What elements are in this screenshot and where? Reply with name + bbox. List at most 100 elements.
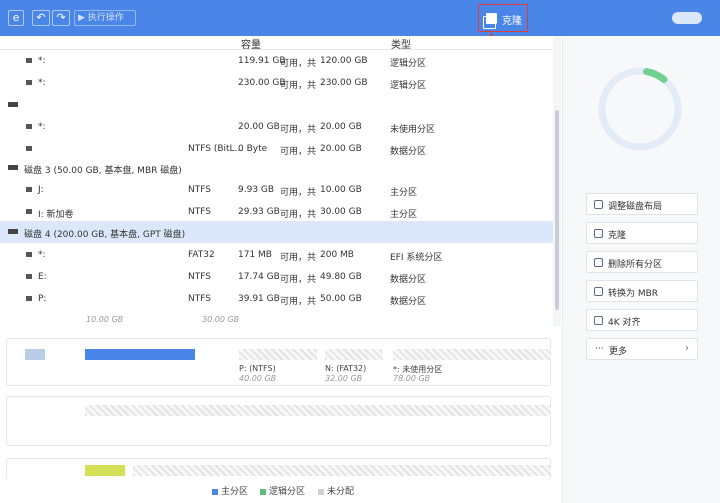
partition-icon bbox=[26, 146, 32, 151]
partition-icon bbox=[26, 296, 32, 301]
partition-total: 50.00 GB bbox=[320, 294, 362, 304]
partition-icon bbox=[26, 187, 32, 192]
partition-bar[interactable] bbox=[393, 349, 551, 360]
action-label: 更多 bbox=[609, 347, 628, 357]
partition-total: 30.00 GB bbox=[320, 207, 362, 217]
clone-toolbar-button[interactable]: 克隆 bbox=[478, 4, 528, 32]
disk-header-row[interactable] bbox=[0, 94, 553, 116]
action-label: 4K 对齐 bbox=[608, 318, 641, 328]
partition-bar[interactable] bbox=[239, 349, 317, 360]
avatar[interactable] bbox=[672, 12, 702, 24]
partition-bar[interactable] bbox=[85, 405, 551, 416]
table-row[interactable]: E: NTFS 17.74 GB 可用，共 49.80 GB 数据分区 bbox=[0, 266, 553, 288]
column-capacity[interactable]: 容量 bbox=[241, 36, 261, 51]
partition-free: 39.91 GB bbox=[238, 294, 280, 304]
partition-bar[interactable] bbox=[133, 465, 551, 476]
partition-bar[interactable] bbox=[85, 465, 125, 476]
app-logo-icon[interactable]: e bbox=[8, 10, 24, 26]
action-label: 克隆 bbox=[608, 231, 627, 241]
disk-map-card[interactable] bbox=[6, 458, 551, 480]
partition-total: 20.00 GB bbox=[320, 144, 362, 154]
partition-total: 20.00 GB bbox=[320, 122, 362, 132]
partition-total: 49.80 GB bbox=[320, 272, 362, 282]
legend-primary: 主分区 bbox=[212, 484, 248, 497]
partition-label: N: (FAT32) bbox=[325, 364, 367, 373]
partition-fs: NTFS bbox=[188, 294, 211, 304]
action-clone[interactable]: 克隆 bbox=[586, 222, 698, 244]
table-row[interactable]: *: 20.00 GB 可用，共 20.00 GB 未使用分区 bbox=[0, 116, 553, 138]
partition-free-label: 可用，共 bbox=[280, 275, 317, 285]
disk-icon bbox=[8, 229, 18, 234]
partition-free-label: 可用，共 bbox=[280, 297, 317, 307]
partition-free: 171 MB bbox=[238, 250, 272, 260]
partition-name: P: bbox=[38, 294, 47, 304]
partition-type: 数据分区 bbox=[390, 147, 427, 157]
partition-icon bbox=[26, 80, 32, 85]
partition-type: EFI 系统分区 bbox=[390, 253, 443, 263]
partition-fs: NTFS bbox=[188, 185, 211, 195]
partition-name: J: bbox=[38, 185, 44, 195]
partition-icon bbox=[26, 58, 32, 63]
action-delete-all[interactable]: 删除所有分区 bbox=[586, 251, 698, 273]
disk-map-card[interactable]: P: (NTFS) 40.00 GB N: (FAT32) 32.00 GB *… bbox=[6, 338, 551, 386]
partition-size: 40.00 GB bbox=[239, 374, 277, 383]
action-adjust-layout[interactable]: 调整磁盘布局 bbox=[586, 193, 698, 215]
redo-button[interactable]: ↷ bbox=[52, 10, 70, 26]
partition-type: 数据分区 bbox=[390, 275, 427, 285]
partition-name: *: bbox=[38, 78, 46, 88]
disk-header-row[interactable]: 磁盘 3 (50.00 GB, 基本盘, MBR 磁盘) bbox=[0, 157, 553, 179]
action-4k-align[interactable]: 4K 对齐 bbox=[586, 309, 698, 331]
partition-free: 29.93 GB bbox=[238, 207, 280, 217]
disk-label: 磁盘 3 (50.00 GB, 基本盘, MBR 磁盘) bbox=[24, 166, 182, 176]
partition-name: *: bbox=[38, 56, 46, 66]
more-icon: ··· bbox=[595, 344, 604, 354]
disk-header-row-selected[interactable]: 磁盘 4 (200.00 GB, 基本盘, GPT 磁盘) bbox=[0, 221, 553, 243]
action-convert-mbr[interactable]: 转换为 MBR bbox=[586, 280, 698, 302]
partition-total: 120.00 GB bbox=[320, 56, 368, 66]
partition-name: *: bbox=[38, 250, 46, 260]
table-row[interactable]: *: 230.00 GB 可用，共 230.00 GB 逻辑分区 bbox=[0, 72, 553, 94]
apply-button[interactable]: ▶ 执行操作 bbox=[74, 10, 136, 26]
table-row[interactable]: J: NTFS 9.93 GB 可用，共 10.00 GB 主分区 bbox=[0, 179, 553, 201]
action-label: 删除所有分区 bbox=[608, 260, 663, 270]
layout-icon bbox=[594, 200, 603, 209]
partition-total: 200 MB bbox=[320, 250, 354, 260]
legend-unallocated: 未分配 bbox=[318, 484, 354, 497]
disk-map-card[interactable] bbox=[6, 396, 551, 446]
partition-fs: NTFS bbox=[188, 207, 211, 217]
disk-icon bbox=[8, 102, 18, 107]
partition-bar[interactable] bbox=[325, 349, 383, 360]
partition-free-label: 可用，共 bbox=[280, 147, 317, 157]
partition-type: 主分区 bbox=[390, 188, 418, 198]
action-more[interactable]: ··· 更多 › bbox=[586, 338, 698, 360]
chevron-right-icon: › bbox=[685, 343, 689, 354]
disk-icon bbox=[8, 165, 18, 170]
table-header: 容量 类型 bbox=[0, 36, 553, 51]
table-row[interactable]: *: 119.91 GB 可用，共 120.00 GB 逻辑分区 bbox=[0, 50, 553, 72]
align-icon bbox=[594, 316, 603, 325]
table-row[interactable]: P: NTFS 39.91 GB 可用，共 50.00 GB 数据分区 bbox=[0, 288, 553, 310]
disk-label: 磁盘 4 (200.00 GB, 基本盘, GPT 磁盘) bbox=[24, 230, 186, 240]
partition-fs: FAT32 bbox=[188, 250, 215, 260]
table-row[interactable]: I: 新加卷 NTFS 29.93 GB 可用，共 30.00 GB 主分区 bbox=[0, 201, 553, 223]
action-label: 调整磁盘布局 bbox=[608, 202, 663, 212]
partition-icon bbox=[26, 124, 32, 129]
partition-free-label: 可用，共 bbox=[280, 81, 317, 91]
partition-free: 9.93 GB bbox=[238, 185, 275, 195]
table-row[interactable]: *: FAT32 171 MB 可用，共 200 MB EFI 系统分区 bbox=[0, 244, 553, 266]
partition-icon bbox=[26, 252, 32, 257]
scrollbar-thumb[interactable] bbox=[555, 110, 559, 310]
clone-icon bbox=[594, 229, 603, 238]
partition-free: 17.74 GB bbox=[238, 272, 280, 282]
partition-type: 主分区 bbox=[390, 210, 418, 220]
partition-bar[interactable] bbox=[85, 349, 195, 360]
action-label: 转换为 MBR bbox=[608, 289, 659, 299]
clone-icon bbox=[483, 13, 497, 29]
column-type[interactable]: 类型 bbox=[391, 36, 411, 51]
partition-type: 未使用分区 bbox=[390, 125, 436, 135]
partition-size: 32.00 GB bbox=[325, 374, 363, 383]
clone-toolbar-label: 克隆 bbox=[502, 16, 522, 27]
partition-name: *: bbox=[38, 122, 46, 132]
partition-free-label: 可用，共 bbox=[280, 188, 317, 198]
undo-button[interactable]: ↶ bbox=[32, 10, 50, 26]
